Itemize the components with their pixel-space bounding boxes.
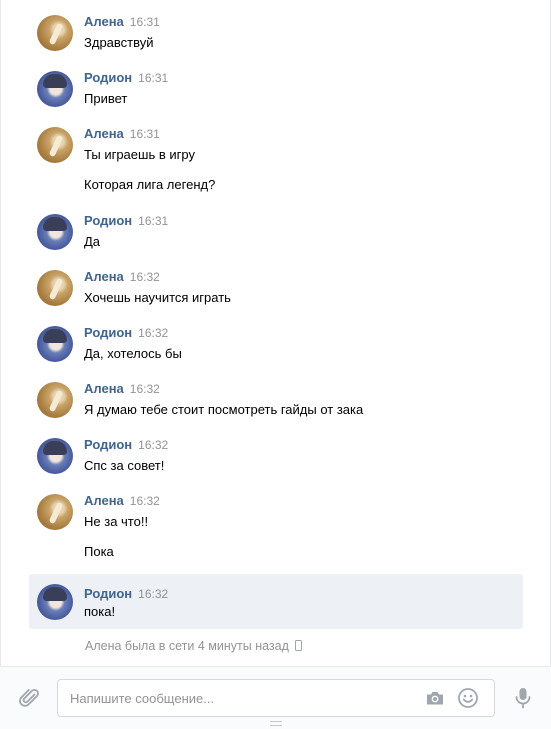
message-header: Алена 16:32	[84, 269, 160, 284]
message-6: Родион 16:32 Да, хотелось бы	[29, 325, 523, 365]
author-name[interactable]: Родион	[84, 325, 132, 340]
message-time[interactable]: 16:32	[138, 587, 168, 601]
message-8: Родион 16:32 Спс за совет!	[29, 437, 523, 477]
avatar-alena[interactable]	[37, 382, 73, 418]
message-header: Родион 16:31	[84, 213, 168, 228]
online-status: Алена была в сети 4 минуты назад	[85, 639, 302, 653]
author-name[interactable]: Родион	[84, 70, 132, 85]
message-9: Алена 16:32 Не за что!! Пока	[29, 493, 523, 565]
message-text: Не за что!!	[84, 514, 149, 529]
message-1: Алена 16:31 Здравствуй	[29, 14, 523, 54]
message-text: Я думаю тебе стоит посмотреть гайды от з…	[84, 402, 364, 417]
message-header: Алена 16:31	[84, 126, 160, 141]
avatar-alena[interactable]	[37, 270, 73, 306]
message-text: пока!	[84, 604, 116, 619]
message-text: Ты играешь в игру	[84, 147, 195, 162]
message-text: Пока	[84, 544, 114, 559]
message-time[interactable]: 16:32	[130, 270, 160, 284]
author-name[interactable]: Родион	[84, 213, 132, 228]
author-name[interactable]: Родион	[84, 586, 132, 601]
resize-handle[interactable]	[270, 721, 282, 726]
camera-icon[interactable]	[425, 688, 445, 708]
message-header: Родион 16:32	[84, 325, 168, 340]
message-time[interactable]: 16:32	[130, 382, 160, 396]
avatar-rodion[interactable]	[37, 584, 73, 620]
message-header: Алена 16:31	[84, 14, 160, 29]
author-name[interactable]: Алена	[84, 14, 124, 29]
message-text: Привет	[84, 91, 128, 106]
author-name[interactable]: Родион	[84, 437, 132, 452]
message-time[interactable]: 16:31	[138, 214, 168, 228]
author-name[interactable]: Алена	[84, 381, 124, 396]
message-time[interactable]: 16:31	[130, 15, 160, 29]
message-time[interactable]: 16:32	[138, 438, 168, 452]
message-7: Алена 16:32 Я думаю тебе стоит посмотреть…	[29, 381, 523, 421]
avatar-alena[interactable]	[37, 15, 73, 51]
avatar-alena[interactable]	[37, 494, 73, 530]
smile-icon[interactable]	[457, 687, 479, 709]
message-header: Алена 16:32	[84, 381, 160, 396]
message-composer	[0, 666, 551, 729]
message-2: Родион 16:31 Привет	[29, 70, 523, 110]
message-3: Алена 16:31 Ты играешь в игру Которая лиг…	[29, 126, 523, 198]
message-text: Да, хотелось бы	[84, 346, 182, 361]
message-time[interactable]: 16:31	[130, 127, 160, 141]
message-history[interactable]: Алена 16:31 Здравствуй Родион 16:31 Привет…	[0, 0, 551, 666]
author-name[interactable]: Алена	[84, 126, 124, 141]
message-time[interactable]: 16:31	[138, 71, 168, 85]
avatar-alena[interactable]	[37, 127, 73, 163]
message-header: Родион 16:32	[84, 437, 168, 452]
message-text: Здравствуй	[84, 35, 154, 50]
message-time[interactable]: 16:32	[138, 326, 168, 340]
avatar-rodion[interactable]	[37, 438, 73, 474]
message-4: Родион 16:31 Да	[29, 213, 523, 253]
message-text: Хочешь научится играть	[84, 290, 231, 305]
author-name[interactable]: Алена	[84, 493, 124, 508]
message-text: Спс за совет!	[84, 458, 165, 473]
message-header: Родион 16:32	[84, 586, 168, 601]
message-10[interactable]: Родион 16:32 пока!	[29, 574, 523, 629]
phone-icon	[294, 640, 302, 651]
author-name[interactable]: Алена	[84, 269, 124, 284]
avatar-rodion[interactable]	[37, 326, 73, 362]
avatar-rodion[interactable]	[37, 71, 73, 107]
message-time[interactable]: 16:32	[130, 494, 160, 508]
avatar-rodion[interactable]	[37, 214, 73, 250]
microphone-icon[interactable]	[512, 686, 534, 710]
message-text: Да	[84, 234, 101, 249]
message-header: Родион 16:31	[84, 70, 168, 85]
paperclip-icon[interactable]	[19, 687, 41, 709]
message-text: Которая лига легенд?	[84, 177, 216, 192]
message-5: Алена 16:32 Хочешь научится играть	[29, 269, 523, 309]
message-header: Алена 16:32	[84, 493, 160, 508]
online-status-text: Алена была в сети 4 минуты назад	[85, 639, 289, 653]
